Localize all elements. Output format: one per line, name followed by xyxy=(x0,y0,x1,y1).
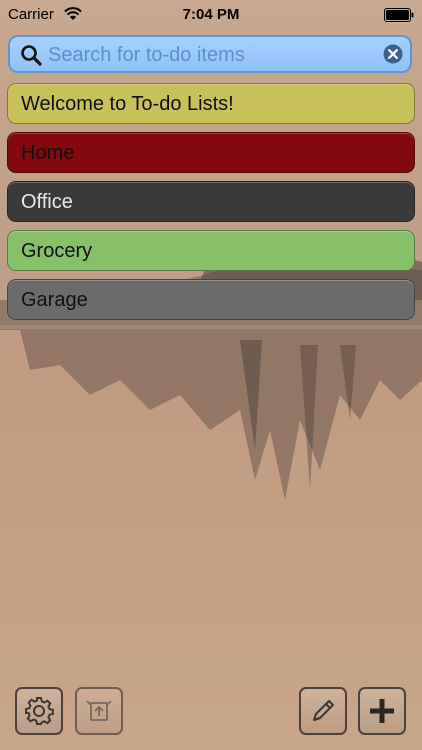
battery-icon xyxy=(384,8,414,22)
clear-icon[interactable] xyxy=(383,44,403,64)
list-item-home[interactable]: Home xyxy=(7,132,415,173)
todo-list: Welcome to To-do Lists! Home Office Groc… xyxy=(7,83,415,328)
list-item-welcome[interactable]: Welcome to To-do Lists! xyxy=(7,83,415,124)
bottom-toolbar xyxy=(0,680,422,750)
share-button[interactable] xyxy=(75,687,123,735)
share-icon xyxy=(86,700,112,721)
list-item-label: Office xyxy=(21,191,73,213)
list-item-label: Home xyxy=(21,142,75,164)
pencil-icon xyxy=(313,700,334,721)
edit-button[interactable] xyxy=(299,687,347,735)
status-time: 7:04 PM xyxy=(182,6,240,23)
search-bar[interactable] xyxy=(8,35,412,73)
list-item-label: Welcome to To-do Lists! xyxy=(21,93,234,115)
add-button[interactable] xyxy=(358,687,406,735)
settings-button[interactable] xyxy=(15,687,63,735)
search-icon xyxy=(21,45,42,66)
list-item-office[interactable]: Office xyxy=(7,181,415,222)
plus-icon xyxy=(370,699,394,723)
search-input[interactable] xyxy=(48,41,378,69)
status-bar: Carrier 7:04 PM xyxy=(0,0,422,30)
list-item-grocery[interactable]: Grocery xyxy=(7,230,415,271)
list-item-garage[interactable]: Garage xyxy=(7,279,415,320)
gear-icon xyxy=(25,697,54,725)
list-item-label: Garage xyxy=(21,289,88,311)
list-item-label: Grocery xyxy=(21,240,93,262)
